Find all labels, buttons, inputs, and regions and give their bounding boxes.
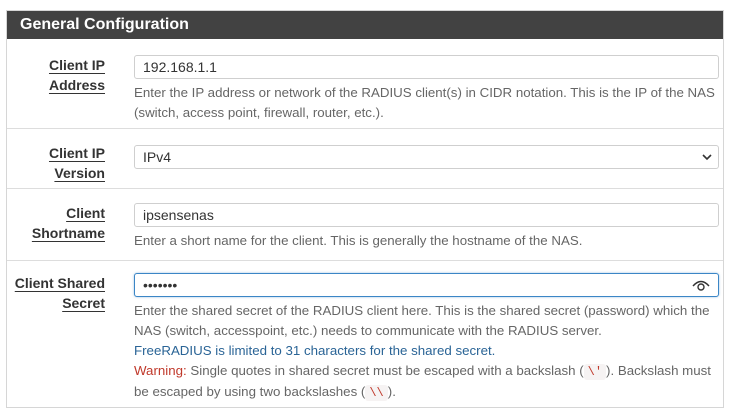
client-shortname-help: Enter a short name for the client. This … xyxy=(134,233,583,248)
client-ip-address-row: Client IP Address 192.168.1.1 Enter the … xyxy=(7,39,723,129)
client-ip-version-select[interactable]: IPv4 xyxy=(134,145,719,169)
shared-secret-description: Enter the shared secret of the RADIUS cl… xyxy=(134,303,710,338)
client-shortname-label: Client Shortname xyxy=(31,205,105,241)
client-shared-secret-value: ••••••• xyxy=(143,277,178,293)
client-ip-version-label: Client IP Version xyxy=(48,145,105,181)
code-backslash-escape: \\ xyxy=(365,385,388,401)
client-shared-secret-row: Client Shared Secret ••••••• Enter the s… xyxy=(7,261,723,407)
eye-icon[interactable] xyxy=(692,278,710,292)
client-shared-secret-input[interactable]: ••••••• xyxy=(134,273,719,297)
client-shortname-input[interactable]: ipsensenas xyxy=(134,203,719,227)
panel-title: General Configuration xyxy=(7,11,723,39)
general-configuration-panel: General Configuration Client IP Address … xyxy=(6,10,724,408)
client-ip-version-selected: IPv4 xyxy=(143,149,172,165)
warning-label: Warning: xyxy=(134,363,187,378)
client-shared-secret-help: Enter the shared secret of the RADIUS cl… xyxy=(134,301,719,403)
client-ip-address-input[interactable]: 192.168.1.1 xyxy=(134,55,719,79)
client-ip-address-help: Enter the IP address or network of the R… xyxy=(134,85,715,120)
client-shared-secret-label: Client Shared Secret xyxy=(14,275,105,311)
shared-secret-limit-note: FreeRADIUS is limited to 31 characters f… xyxy=(134,343,496,358)
shared-secret-warning: Warning: Single quotes in shared secret … xyxy=(134,363,711,401)
chevron-down-icon xyxy=(702,154,712,161)
client-ip-version-row: Client IP Version IPv4 xyxy=(7,129,723,189)
client-ip-address-label: Client IP Address xyxy=(48,57,105,93)
code-single-quote-escape: \' xyxy=(583,364,607,380)
client-shortname-row: Client Shortname ipsensenas Enter a shor… xyxy=(7,189,723,261)
